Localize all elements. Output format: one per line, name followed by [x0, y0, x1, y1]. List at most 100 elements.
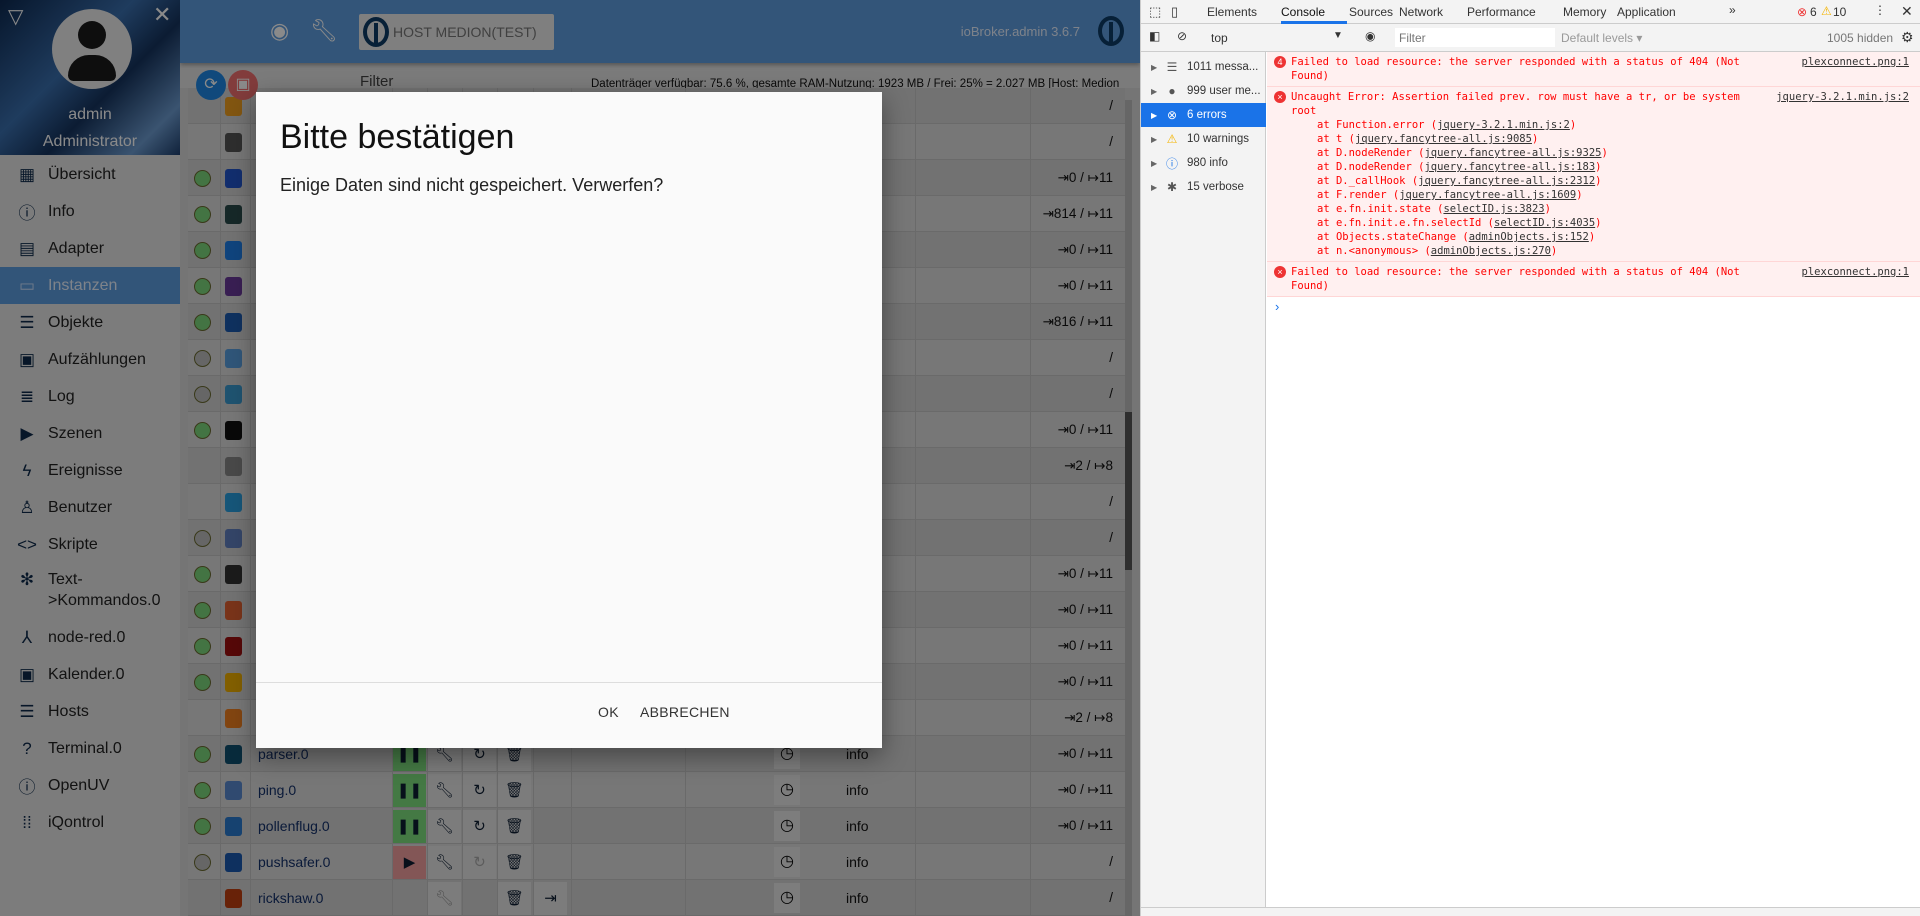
- console-filter-item[interactable]: ▶ ⊗ 6 errors: [1141, 103, 1266, 127]
- console-error-message: 4 Failed to load resource: the server res…: [1267, 52, 1920, 87]
- error-text: Failed to load resource: the server resp…: [1291, 266, 1747, 292]
- console-error-message: × Failed to load resource: the server res…: [1267, 262, 1920, 297]
- tab-memory[interactable]: Memory: [1563, 5, 1606, 19]
- eye-icon[interactable]: ◉: [1365, 29, 1375, 43]
- log-levels-select[interactable]: Default levels ▾: [1561, 31, 1642, 45]
- stack-link[interactable]: jquery-3.2.1.min.js:2: [1437, 119, 1570, 131]
- stack-at: at e.fn.init.state (: [1317, 203, 1444, 215]
- stack-link[interactable]: jquery.fancytree-all.js:1609: [1399, 189, 1576, 201]
- user-icon: ●: [1168, 84, 1176, 98]
- console-messages: 4 Failed to load resource: the server res…: [1267, 52, 1920, 314]
- stack-at: at D.nodeRender (: [1317, 147, 1425, 159]
- tab-sources[interactable]: Sources: [1349, 5, 1393, 19]
- warning-icon: ⚠: [1166, 132, 1178, 146]
- expand-arrow-icon[interactable]: ▶: [1151, 111, 1163, 120]
- more-tabs-icon[interactable]: »: [1729, 3, 1736, 17]
- console-filter-item[interactable]: ▶ ✱ 15 verbose: [1141, 175, 1266, 199]
- stack-frame: at D.nodeRender (jquery.fancytree-all.js…: [1317, 161, 1602, 173]
- sidebar-toggle-icon[interactable]: ◧: [1149, 29, 1160, 43]
- clear-console-icon[interactable]: ⊘: [1177, 29, 1187, 43]
- hidden-count: 1005 hidden: [1827, 31, 1894, 45]
- stack-frame: at t (jquery.fancytree-all.js:9085): [1317, 133, 1539, 145]
- stack-frame: at n.<anonymous> (adminObjects.js:270): [1317, 245, 1558, 257]
- stack-frame: at e.fn.init.state (selectID.js:3823): [1317, 203, 1551, 215]
- stack-link[interactable]: jquery.fancytree-all.js:183: [1424, 161, 1595, 173]
- console-filter-label: 980 info: [1187, 157, 1228, 169]
- confirm-dialog: Bitte bestätigen Einige Daten sind nicht…: [256, 92, 882, 748]
- list-icon: ☰: [1166, 60, 1178, 74]
- expand-arrow-icon[interactable]: ▶: [1151, 159, 1163, 168]
- console-sidebar: ▶ ☰ 1011 messa... ▶ ● 999 user me... ▶ ⊗ 6 error…: [1141, 52, 1266, 907]
- warning-count-icon[interactable]: ⚠: [1821, 4, 1832, 18]
- inspect-icon[interactable]: ⬚: [1149, 4, 1161, 20]
- drawer-bar: [1141, 907, 1920, 916]
- source-link[interactable]: plexconnect.png:1: [1802, 265, 1909, 279]
- stack-frame: at F.render (jquery.fancytree-all.js:160…: [1317, 189, 1583, 201]
- source-link[interactable]: plexconnect.png:1: [1802, 55, 1909, 69]
- stack-link[interactable]: adminObjects.js:270: [1431, 245, 1551, 257]
- error-count-icon[interactable]: ⊗: [1797, 5, 1807, 19]
- stack-frame: at e.fn.init.e.fn.selectId (selectID.js:…: [1317, 217, 1602, 229]
- console-filter-item[interactable]: ▶ ● 999 user me...: [1141, 79, 1266, 103]
- context-dropdown-icon[interactable]: ▼: [1333, 30, 1343, 41]
- stack-link[interactable]: adminObjects.js:152: [1469, 231, 1589, 243]
- stack-at: at D.nodeRender (: [1317, 161, 1425, 173]
- device-toggle-icon[interactable]: ▯: [1171, 4, 1178, 20]
- stack-link[interactable]: selectID.js:3823: [1443, 203, 1544, 215]
- stack-link[interactable]: jquery.fancytree-all.js:9085: [1355, 133, 1532, 145]
- error-icon: ×: [1274, 91, 1286, 103]
- console-filter-label: 15 verbose: [1187, 181, 1244, 193]
- stack-at: at Function.error (: [1317, 119, 1438, 131]
- cancel-button[interactable]: ABBRECHEN: [640, 704, 730, 720]
- tab-elements[interactable]: Elements: [1207, 5, 1257, 19]
- source-link[interactable]: jquery-3.2.1.min.js:2: [1776, 90, 1909, 104]
- expand-arrow-icon[interactable]: ▶: [1151, 63, 1163, 72]
- console-error-message: × Uncaught Error: Assertion failed prev. …: [1267, 87, 1920, 262]
- stack-at: at n.<anonymous> (: [1317, 245, 1431, 257]
- console-filter-item[interactable]: ▶ ☰ 1011 messa...: [1141, 55, 1266, 79]
- warning-count[interactable]: 10: [1833, 5, 1846, 19]
- verbose-icon: ✱: [1166, 180, 1178, 194]
- stack-at: at Objects.stateChange (: [1317, 231, 1469, 243]
- devtools-tabbar: ⬚ ▯ Elements Console Sources Network Perform…: [1141, 0, 1920, 24]
- console-prompt[interactable]: ›: [1267, 297, 1920, 314]
- tab-application[interactable]: Application: [1617, 5, 1676, 19]
- stack-at: at t (: [1317, 133, 1355, 145]
- error-icon: ⊗: [1166, 108, 1178, 122]
- stack-at: at e.fn.init.e.fn.selectId (: [1317, 217, 1495, 229]
- stack-frame: at Function.error (jquery-3.2.1.min.js:2…: [1317, 119, 1577, 131]
- console-filter-label: 999 user me...: [1187, 85, 1261, 97]
- stack-link[interactable]: jquery.fancytree-all.js:2312: [1418, 175, 1595, 187]
- settings-gear-icon[interactable]: ⚙: [1901, 29, 1914, 46]
- console-filter-label: 1011 messa...: [1187, 61, 1259, 73]
- console-filter-label: 10 warnings: [1187, 133, 1250, 145]
- error-icon: ×: [1274, 266, 1286, 278]
- stack-link[interactable]: jquery.fancytree-all.js:9325: [1424, 147, 1601, 159]
- expand-arrow-icon[interactable]: ▶: [1151, 183, 1163, 192]
- tab-console[interactable]: Console: [1281, 5, 1325, 19]
- context-select[interactable]: top: [1211, 31, 1228, 45]
- stack-link[interactable]: selectID.js:4035: [1494, 217, 1595, 229]
- stack-frame: at D.nodeRender (jquery.fancytree-all.js…: [1317, 147, 1608, 159]
- expand-arrow-icon[interactable]: ▶: [1151, 87, 1163, 96]
- tab-performance[interactable]: Performance: [1467, 5, 1536, 19]
- close-icon[interactable]: ✕: [1901, 3, 1913, 20]
- console-filter-item[interactable]: ▶ ⚠ 10 warnings: [1141, 127, 1266, 151]
- info-icon: ⓘ: [1165, 156, 1178, 171]
- devtools-panel: ⬚ ▯ Elements Console Sources Network Perform…: [1140, 0, 1920, 916]
- dialog-title: Bitte bestätigen: [280, 118, 515, 156]
- menu-icon[interactable]: ⋮: [1874, 3, 1886, 17]
- error-count[interactable]: 6: [1810, 5, 1817, 19]
- error-text: Uncaught Error: Assertion failed prev. r…: [1291, 91, 1747, 117]
- tab-network[interactable]: Network: [1399, 5, 1443, 19]
- console-filter-input[interactable]: [1395, 28, 1555, 47]
- console-filter-item[interactable]: ▶ ⓘ 980 info: [1141, 151, 1266, 175]
- dialog-message: Einige Daten sind nicht gespeichert. Ver…: [280, 175, 664, 195]
- stack-frame: at Objects.stateChange (adminObjects.js:…: [1317, 231, 1596, 243]
- expand-arrow-icon[interactable]: ▶: [1151, 135, 1163, 144]
- stack-frame: at D._callHook (jquery.fancytree-all.js:…: [1317, 175, 1602, 187]
- stack-at: at F.render (: [1317, 189, 1400, 201]
- console-toolbar: ◧ ⊘ top ▼ ◉ Default levels ▾ 1005 hidden…: [1141, 24, 1920, 52]
- ok-button[interactable]: OK: [598, 704, 619, 720]
- console-filter-label: 6 errors: [1187, 109, 1227, 121]
